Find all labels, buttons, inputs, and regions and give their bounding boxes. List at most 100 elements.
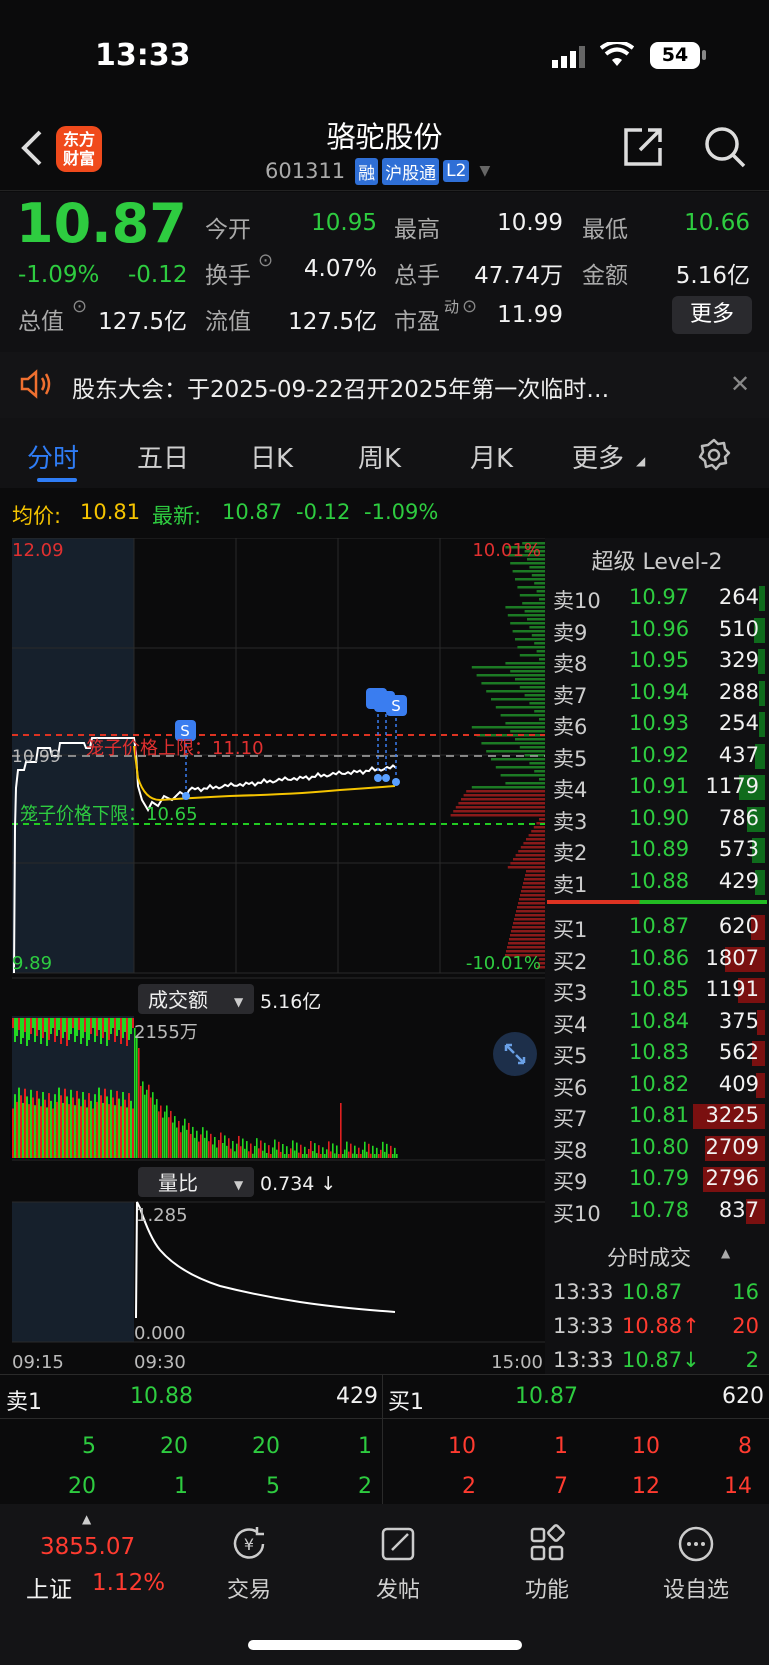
ask-row[interactable]: 卖8 10.95 329 [545, 646, 769, 677]
stock-subtitle[interactable]: 601311 融 沪股通 L2 ▼ [265, 156, 490, 186]
volume-bar [186, 1129, 188, 1158]
depth-bar [526, 870, 545, 873]
volume-bar [290, 1148, 292, 1158]
level-volume: 573 [718, 837, 759, 861]
queue-order-size: 1 [174, 1474, 188, 1499]
bid-row[interactable]: 买6 10.82 409 [545, 1070, 769, 1101]
dropdown-icon: ▼ [479, 163, 491, 179]
depth-bar [529, 566, 545, 569]
volume-bar [74, 1018, 76, 1042]
ask-row[interactable]: 卖2 10.89 573 [545, 835, 769, 866]
level-volume: 2709 [705, 1134, 759, 1159]
queue-order-size: 10 [448, 1434, 476, 1459]
tab-5day[interactable]: 五日 [137, 438, 189, 475]
stat-label-low: 最低 [582, 217, 628, 243]
stat-value-float: 127.5亿 [288, 309, 377, 335]
bid-row[interactable]: 买1 10.87 620 [545, 912, 769, 943]
volume-bar [322, 1147, 324, 1158]
expand-icon[interactable] [493, 1032, 537, 1076]
nav-trade[interactable]: ¥ 交易 [189, 1524, 309, 1604]
depth-bar [519, 594, 545, 597]
notice-bar[interactable]: 股东大会：于2025-09-22召开2025年第一次临时… ✕ [0, 352, 769, 418]
volume-bar [216, 1147, 218, 1158]
volume-bar [92, 1108, 94, 1158]
volume-bar [130, 1100, 132, 1158]
ask-row[interactable]: 卖7 10.94 288 [545, 678, 769, 709]
close-icon[interactable]: ✕ [730, 370, 750, 398]
depth-bar [529, 626, 545, 629]
ask-row[interactable]: 卖5 10.92 437 [545, 741, 769, 772]
tab-daily[interactable]: 日K [250, 438, 293, 475]
depth-bar [519, 898, 545, 901]
tick-volume: 16 [732, 1280, 759, 1304]
ask-row[interactable]: 卖10 10.97 264 [545, 583, 769, 614]
badge-l2: L2 [443, 160, 470, 182]
ask-row[interactable]: 卖1 10.88 429 [545, 867, 769, 898]
stat-value-turnover: 4.07% [303, 256, 377, 282]
nav-functions[interactable]: 功能 [487, 1524, 607, 1604]
volume-bar [106, 1096, 108, 1158]
volume-bar [110, 1018, 112, 1034]
bid-row[interactable]: 买3 10.85 1191 [545, 975, 769, 1006]
volume-bar [94, 1018, 96, 1042]
bid-row[interactable]: 买8 10.80 2709 [545, 1133, 769, 1164]
settings-icon[interactable] [697, 438, 731, 476]
volume-bar [194, 1137, 196, 1158]
ask-row[interactable]: 卖3 10.90 786 [545, 804, 769, 835]
index-value[interactable]: 3855.07 [40, 1534, 135, 1560]
depth-bar [515, 914, 545, 917]
bid-row[interactable]: 买2 10.86 1807 [545, 944, 769, 975]
apps-grid-icon [527, 1524, 567, 1564]
ask-row[interactable]: 卖4 10.91 1179 [545, 772, 769, 803]
volume-bar [86, 1018, 88, 1046]
volume-selector-label: 成交额 [148, 988, 208, 1012]
volume-bar [230, 1148, 232, 1158]
volume-bar [84, 1018, 86, 1032]
depth-bar [461, 798, 545, 801]
queue-order-size: 2 [462, 1474, 476, 1499]
ask-row[interactable]: 卖6 10.93 254 [545, 709, 769, 740]
bid-row[interactable]: 买9 10.79 2796 [545, 1164, 769, 1195]
depth-bar [520, 894, 545, 897]
level-price: 10.81 [629, 1103, 690, 1127]
depth-bar [510, 670, 545, 673]
tab-intraday[interactable]: 分时 [27, 438, 79, 475]
level-volume: 1191 [705, 977, 759, 1001]
intraday-chart[interactable]: S S 12.09 9.89 10.01% -10.01% 10.99 笼子价格… [0, 537, 545, 1378]
tab-weekly[interactable]: 周K [358, 438, 401, 475]
ticks-title[interactable]: 分时成交 [607, 1242, 691, 1272]
nav-watchlist[interactable]: 设自选 [636, 1524, 756, 1604]
tab-more[interactable]: 更多 [572, 438, 624, 475]
volume-bar [272, 1147, 274, 1158]
depth-bar [522, 886, 545, 889]
stock-code: 601311 [265, 159, 346, 183]
volume-bar [196, 1130, 198, 1158]
level-label: 买8 [553, 1138, 588, 1163]
volume-bar [282, 1143, 284, 1158]
volume-bar [156, 1099, 158, 1158]
depth-bar [510, 622, 545, 625]
stat-label-amount: 金额 [582, 263, 628, 289]
more-button[interactable]: 更多 [672, 296, 752, 334]
level-volume: 510 [718, 616, 759, 641]
depth-bar [528, 834, 545, 837]
tab-monthly[interactable]: 月K [470, 438, 513, 475]
volume-bar [66, 1018, 68, 1046]
volume-bar [60, 1018, 62, 1044]
volume-bar [130, 1018, 132, 1034]
share-icon[interactable] [620, 124, 666, 174]
depth-bar [486, 750, 545, 753]
queue-order-size: 7 [554, 1474, 568, 1499]
bid-row[interactable]: 买10 10.78 837 [545, 1196, 769, 1227]
nav-post[interactable]: 发帖 [338, 1524, 458, 1604]
orderbook-title[interactable]: 超级 Level-2 [545, 544, 769, 576]
info-icon[interactable]: ⊙ [72, 296, 87, 317]
ask-row[interactable]: 卖9 10.96 510 [545, 615, 769, 646]
bid-row[interactable]: 买5 10.83 562 [545, 1038, 769, 1069]
stat-value-mktcap: 127.5亿 [98, 309, 187, 335]
level-price: 10.86 [629, 945, 690, 970]
bid-row[interactable]: 买4 10.84 375 [545, 1007, 769, 1038]
volume-bar [24, 1018, 26, 1032]
bid-row[interactable]: 买7 10.81 3225 [545, 1101, 769, 1132]
search-icon[interactable] [702, 124, 748, 174]
